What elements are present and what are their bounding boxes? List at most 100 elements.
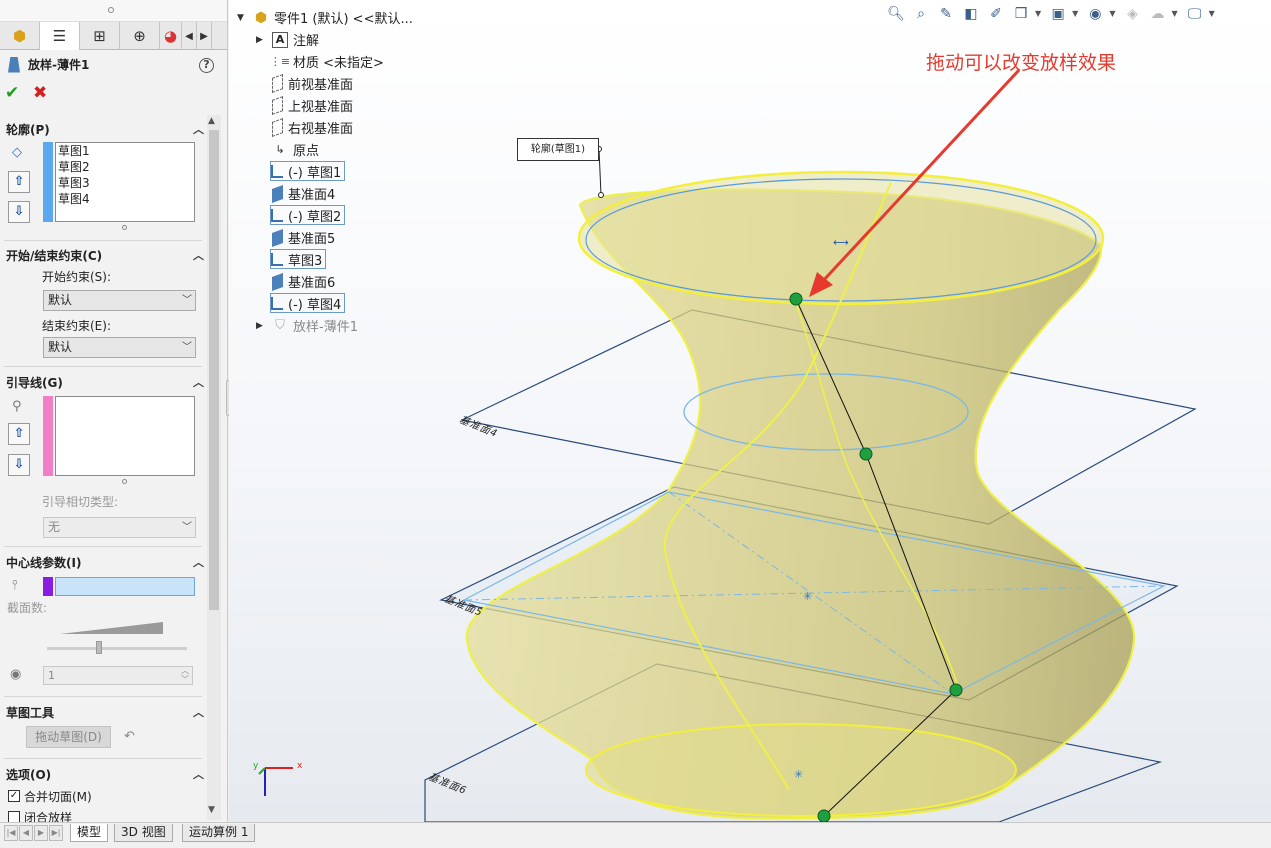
close-loft-checkbox[interactable]	[8, 811, 20, 822]
configuration-manager-tab[interactable]: ⊞	[80, 22, 120, 50]
chevron-up-icon[interactable]: ︿	[193, 554, 204, 570]
help-icon[interactable]: ?	[199, 58, 214, 73]
move-up-button[interactable]: ⇧	[8, 171, 30, 193]
tree-item-plane6[interactable]: 基准面6	[272, 272, 335, 291]
chevron-down-icon[interactable]: ▼	[1072, 4, 1078, 26]
tree-root[interactable]: ▼ ⬢ 零件1 (默认) <<默认...	[237, 8, 413, 28]
tree-item-sketch3[interactable]: 草图3	[270, 249, 327, 269]
start-constraint-select[interactable]: 默认 ﹀	[43, 290, 196, 311]
move-down-button[interactable]: ⇩	[8, 201, 30, 223]
profile-item[interactable]: 草图2	[56, 159, 194, 175]
hide-show-icon[interactable]: ◉	[1084, 4, 1106, 24]
loft-feature-icon	[8, 56, 20, 73]
expand-icon[interactable]: ▶	[256, 321, 263, 331]
tab-3d-view[interactable]: 3D 视图	[114, 824, 173, 842]
next-tab-icon[interactable]: ▶	[34, 825, 48, 841]
eye-icon[interactable]: ◉	[10, 667, 21, 682]
tree-item-plane4[interactable]: 基准面4	[272, 184, 335, 203]
tree-item-sketch2[interactable]: (-) 草图2	[270, 205, 346, 225]
ok-button[interactable]: ✔	[5, 83, 19, 103]
tree-item-loft[interactable]: ▶ ⛉ 放样-薄件1	[256, 316, 358, 335]
tree-item-sketch1[interactable]: (-) 草图1	[270, 161, 346, 181]
chevron-up-icon[interactable]: ︿	[193, 374, 204, 390]
chevron-up-icon[interactable]: ︿	[193, 247, 204, 263]
tree-item-front-plane[interactable]: 前视基准面	[272, 73, 353, 94]
zoom-area-icon[interactable]: ⌕	[910, 4, 932, 24]
chevron-up-icon[interactable]: ︿	[193, 766, 204, 782]
centerline-section-header[interactable]: 中心线参数(I) ︿	[6, 553, 204, 571]
scroll-down-icon[interactable]: ▼	[208, 805, 215, 815]
model-graphics[interactable]: ⟷ ✳ ✳	[229, 0, 1271, 822]
panel-scroll-thumb[interactable]	[209, 130, 219, 610]
profile-callout[interactable]: 轮廓(草图1)	[517, 138, 599, 161]
zoom-to-fit-icon[interactable]: 🔍︎	[885, 4, 907, 24]
tree-item-material[interactable]: ⋮≡ 材质 <未指定>	[270, 52, 384, 71]
chevron-up-icon[interactable]: ︿	[193, 121, 204, 137]
property-manager-tab[interactable]: ☰	[40, 22, 80, 50]
tab-motion-study[interactable]: 运动算例 1	[182, 824, 256, 842]
sections-slider-track[interactable]	[47, 647, 187, 650]
dynamic-annotation-icon[interactable]: ✐	[985, 4, 1007, 24]
spinner-arrows-icon[interactable]: ︿ ﹀	[181, 666, 189, 684]
listbox-resize-grip[interactable]	[122, 225, 127, 230]
panel-grip-icon[interactable]	[108, 7, 114, 13]
guides-section-header[interactable]: 引导线(G) ︿	[6, 373, 204, 391]
tab-model[interactable]: 模型	[70, 824, 109, 842]
dimxpert-manager-tab[interactable]: ⊕	[120, 22, 160, 50]
guide-move-up-button[interactable]: ⇧	[8, 423, 30, 445]
view-orientation-icon[interactable]: ❒	[1010, 4, 1032, 24]
guide-tangency-select[interactable]: 无 ﹀	[43, 517, 196, 538]
tree-item-right-plane[interactable]: 右视基准面	[272, 117, 353, 138]
guides-listbox[interactable]	[55, 396, 195, 476]
chevron-up-icon[interactable]: ︿	[193, 704, 204, 720]
tree-item-origin[interactable]: ↳ 原点	[272, 140, 319, 159]
tree-item-top-plane[interactable]: 上视基准面	[272, 95, 353, 116]
profile-item[interactable]: 草图4	[56, 191, 194, 207]
expand-icon[interactable]: ▶	[256, 35, 263, 45]
end-constraint-select[interactable]: 默认 ﹀	[43, 337, 196, 358]
undo-icon[interactable]: ↶	[124, 729, 135, 744]
close-loft-label: 闭合放样	[24, 811, 73, 822]
display-manager-tab[interactable]: ◕	[160, 22, 182, 50]
chevron-down-icon[interactable]: ▼	[1209, 4, 1215, 26]
chevron-down-icon: ﹀	[182, 295, 192, 306]
prev-tab-icon[interactable]: ◀	[19, 825, 33, 841]
merge-tangent-checkbox[interactable]: ✓	[8, 790, 20, 802]
chevron-down-icon[interactable]: ▼	[1171, 4, 1177, 26]
scroll-up-icon[interactable]: ▲	[208, 116, 215, 126]
tab-scroll-right[interactable]: ▶	[197, 22, 212, 50]
tree-item-label: 放样-薄件1	[293, 320, 358, 335]
graphics-viewport[interactable]: ⟷ ✳ ✳ ▼ ⬢ 零件1 (默认) <<默认... ▶ A 注解 ⋮≡ 材质 …	[229, 0, 1271, 822]
collapse-icon[interactable]: ▼	[237, 13, 244, 23]
feature-manager-tab[interactable]: ⬢	[0, 22, 40, 50]
centerline-input[interactable]	[55, 577, 195, 596]
last-tab-icon[interactable]: ▶|	[49, 825, 63, 841]
profile-item[interactable]: 草图3	[56, 175, 194, 191]
edit-appearance-icon[interactable]: ◈	[1121, 4, 1143, 24]
apply-scene-icon[interactable]: ☁	[1146, 4, 1168, 24]
profile-item[interactable]: 草图1	[56, 143, 194, 159]
guide-move-down-button[interactable]: ⇩	[8, 454, 30, 476]
view-settings-icon[interactable]: 🖵︎	[1184, 4, 1206, 24]
chevron-down-icon[interactable]: ▼	[1035, 4, 1041, 26]
first-tab-icon[interactable]: |◀	[4, 825, 18, 841]
listbox-resize-grip[interactable]	[122, 479, 127, 484]
profiles-section-header[interactable]: 轮廓(P) ︿	[6, 120, 204, 138]
tree-item-annotations[interactable]: ▶ A 注解	[256, 30, 319, 49]
tree-item-sketch4[interactable]: (-) 草图4	[270, 293, 346, 313]
guide-tangency-value: 无	[48, 520, 61, 534]
sections-slider-thumb[interactable]	[96, 641, 102, 654]
display-style-icon[interactable]: ▣	[1047, 4, 1069, 24]
chevron-down-icon[interactable]: ▼	[1109, 4, 1115, 26]
sketch-tools-section-header[interactable]: 草图工具 ︿	[6, 703, 204, 721]
tree-item-plane5[interactable]: 基准面5	[272, 228, 335, 247]
drag-sketch-button[interactable]: 拖动草图(D)	[26, 726, 111, 748]
options-section-header[interactable]: 选项(O) ︿	[6, 765, 204, 783]
profiles-listbox[interactable]: 草图1 草图2 草图3 草图4	[55, 142, 195, 222]
constraints-section-header[interactable]: 开始/结束约束(C) ︿	[6, 246, 204, 264]
section-view-icon[interactable]: ◧	[960, 4, 982, 24]
tab-scroll-left[interactable]: ◀	[182, 22, 197, 50]
previous-view-icon[interactable]: ✎	[935, 4, 957, 24]
sections-spinbox[interactable]: 1 ︿ ﹀	[43, 666, 193, 685]
cancel-button[interactable]: ✖	[33, 83, 47, 103]
